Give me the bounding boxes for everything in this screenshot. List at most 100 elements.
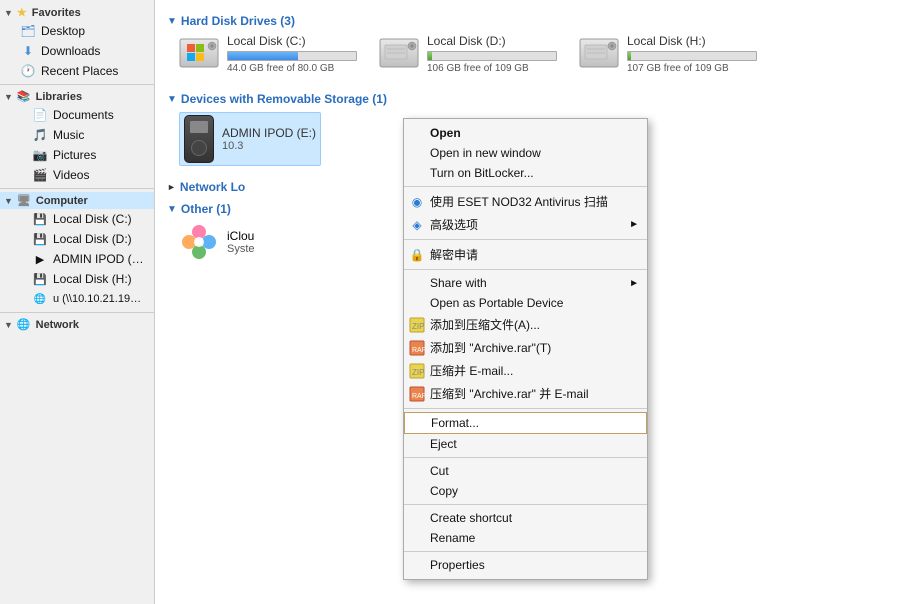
removable-section-title[interactable]: Devices with Removable Storage (1) xyxy=(181,92,387,106)
menu-item-decrypt[interactable]: 🔒 解密申请 xyxy=(404,243,647,266)
computer-header[interactable]: ▼ 🖥 Computer xyxy=(0,192,154,209)
network-section: ▼ 🌐 Network xyxy=(0,316,154,333)
menu-item-add-rar[interactable]: RAR 添加到 "Archive.rar"(T) xyxy=(404,336,647,359)
drive-d-info: Local Disk (D:) 106 GB free of 109 GB xyxy=(427,34,557,74)
drive-h-label: Local Disk (H:) xyxy=(627,34,757,48)
drive-c-info: Local Disk (C:) 44.0 GB free of 80.0 GB xyxy=(227,34,357,74)
drive-d-size: 106 GB free of 109 GB xyxy=(427,63,557,74)
menu-add-rar-label: 添加到 "Archive.rar"(T) xyxy=(430,339,551,356)
menu-add-zip-label: 添加到压缩文件(A)... xyxy=(430,316,540,333)
sidebar-item-ipod-e[interactable]: ▶ ADMIN IPOD (E:) xyxy=(0,249,154,269)
videos-icon: 🎬 xyxy=(32,167,48,183)
network-section-title[interactable]: Network Lo xyxy=(180,180,245,194)
drive-h-top: Local Disk (H:) 107 GB free of 109 GB xyxy=(579,34,757,74)
network-arrow: ▼ xyxy=(4,320,13,330)
sidebar-item-downloads[interactable]: ⬇ Downloads xyxy=(0,41,154,61)
ipod-device-icon xyxy=(184,115,214,163)
sidebar-item-recent[interactable]: 🕐 Recent Places xyxy=(0,61,154,81)
drive-d-icon xyxy=(379,36,419,72)
disk-d-icon: 💾 xyxy=(32,231,48,247)
ipod-icon: ▶ xyxy=(32,251,48,267)
libraries-label: Libraries xyxy=(36,91,82,103)
menu-compress-rar-email-label: 压缩到 "Archive.rar" 并 E-mail xyxy=(430,385,589,402)
favorites-section: ▼ ★ Favorites 🗂 Desktop ⬇ Downloads 🕐 Re… xyxy=(0,4,154,81)
sidebar-local-d-label: Local Disk (D:) xyxy=(53,232,132,246)
favorites-header[interactable]: ▼ ★ Favorites xyxy=(0,4,154,21)
menu-item-cut[interactable]: Cut xyxy=(404,461,647,481)
menu-item-compress-rar-email[interactable]: RAR 压缩到 "Archive.rar" 并 E-mail xyxy=(404,382,647,405)
rar-email-icon: RAR xyxy=(408,385,426,403)
removable-arrow: ▼ xyxy=(167,94,177,105)
network-icon: 🌐 xyxy=(17,318,31,331)
sidebar: ▼ ★ Favorites 🗂 Desktop ⬇ Downloads 🕐 Re… xyxy=(0,0,155,604)
menu-item-portable[interactable]: Open as Portable Device xyxy=(404,293,647,313)
menu-cut-label: Cut xyxy=(430,464,449,478)
hdd-section-title[interactable]: Hard Disk Drives (3) xyxy=(181,14,295,28)
drive-c-size: 44.0 GB free of 80.0 GB xyxy=(227,63,357,74)
drive-c-top: Local Disk (C:) 44.0 GB free of 80.0 GB xyxy=(179,34,357,74)
libraries-arrow: ▼ xyxy=(4,92,13,102)
menu-item-compress-email[interactable]: ZIP 压缩并 E-mail... xyxy=(404,359,647,382)
menu-item-rename[interactable]: Rename xyxy=(404,528,647,548)
sidebar-item-local-c[interactable]: 💾 Local Disk (C:) xyxy=(0,209,154,229)
svg-text:ZIP: ZIP xyxy=(412,322,424,331)
sidebar-recent-label: Recent Places xyxy=(41,64,118,78)
menu-item-bitlocker[interactable]: Turn on BitLocker... xyxy=(404,163,647,183)
sidebar-item-desktop[interactable]: 🗂 Desktop xyxy=(0,21,154,41)
menu-item-advanced[interactable]: ◈ 高级选项 ► xyxy=(404,213,647,236)
sidebar-item-network-z[interactable]: 🌐 u (\\10.10.21.197) (Z xyxy=(0,289,154,309)
menu-sep-7 xyxy=(404,551,647,552)
sidebar-item-local-d[interactable]: 💾 Local Disk (D:) xyxy=(0,229,154,249)
sidebar-item-music[interactable]: 🎵 Music xyxy=(0,125,154,145)
zip-icon: ZIP xyxy=(408,316,426,334)
menu-item-properties[interactable]: Properties xyxy=(404,555,647,575)
menu-sep-6 xyxy=(404,504,647,505)
drive-d-item[interactable]: Local Disk (D:) 106 GB free of 109 GB xyxy=(379,34,559,78)
menu-copy-label: Copy xyxy=(430,484,458,498)
hdd-section-arrow: ▼ xyxy=(167,16,177,27)
other-section-title[interactable]: Other (1) xyxy=(181,202,231,216)
menu-item-create-shortcut[interactable]: Create shortcut xyxy=(404,508,647,528)
menu-sep-4 xyxy=(404,408,647,409)
menu-item-open[interactable]: Open xyxy=(404,123,647,143)
advanced-icon: ◈ xyxy=(408,216,426,234)
eset-icon: ◉ xyxy=(408,193,426,211)
drive-d-bar xyxy=(427,51,557,61)
svg-text:RAR: RAR xyxy=(412,347,425,354)
menu-item-open-new-window[interactable]: Open in new window xyxy=(404,143,647,163)
menu-item-eject[interactable]: Eject xyxy=(404,434,647,454)
menu-bitlocker-label: Turn on BitLocker... xyxy=(430,166,534,180)
drive-h-icon xyxy=(579,36,619,72)
ipod-item[interactable]: ADMIN IPOD (E:) 10.3 xyxy=(179,112,321,166)
drive-c-item[interactable]: Local Disk (C:) 44.0 GB free of 80.0 GB xyxy=(179,34,359,78)
menu-create-shortcut-label: Create shortcut xyxy=(430,511,512,525)
sidebar-item-documents[interactable]: 📄 Documents xyxy=(0,105,154,125)
hard-disk-section-header: ▼ Hard Disk Drives (3) xyxy=(167,14,910,28)
sidebar-item-videos[interactable]: 🎬 Videos xyxy=(0,165,154,185)
menu-item-eset[interactable]: ◉ 使用 ESET NOD32 Antivirus 扫描 xyxy=(404,190,647,213)
drive-h-item[interactable]: Local Disk (H:) 107 GB free of 109 GB xyxy=(579,34,759,78)
network-header[interactable]: ▼ 🌐 Network xyxy=(0,316,154,333)
share-submenu-arrow: ► xyxy=(629,278,639,289)
menu-format-label: Format... xyxy=(431,416,479,430)
computer-label: Computer xyxy=(36,195,88,207)
favorites-arrow: ▼ xyxy=(4,8,13,18)
sidebar-item-local-h[interactable]: 💾 Local Disk (H:) xyxy=(0,269,154,289)
sidebar-downloads-label: Downloads xyxy=(41,44,100,58)
menu-item-add-zip[interactable]: ZIP 添加到压缩文件(A)... xyxy=(404,313,647,336)
documents-icon: 📄 xyxy=(32,107,48,123)
zip-email-icon: ZIP xyxy=(408,362,426,380)
sidebar-item-pictures[interactable]: 📷 Pictures xyxy=(0,145,154,165)
svg-text:RAR: RAR xyxy=(412,393,425,400)
menu-sep-3 xyxy=(404,269,647,270)
context-menu: Open Open in new window Turn on BitLocke… xyxy=(403,118,648,580)
network-section-arrow: ► xyxy=(167,182,176,192)
favorites-star-icon: ★ xyxy=(17,6,27,19)
computer-section: ▼ 🖥 Computer 💾 Local Disk (C:) 💾 Local D… xyxy=(0,192,154,309)
menu-item-share-with[interactable]: Share with ► xyxy=(404,273,647,293)
drive-h-size: 107 GB free of 109 GB xyxy=(627,63,757,74)
menu-item-format[interactable]: Format... xyxy=(404,412,647,434)
menu-item-copy[interactable]: Copy xyxy=(404,481,647,501)
drive-d-fill xyxy=(428,52,432,60)
libraries-header[interactable]: ▼ 📚 Libraries xyxy=(0,88,154,105)
